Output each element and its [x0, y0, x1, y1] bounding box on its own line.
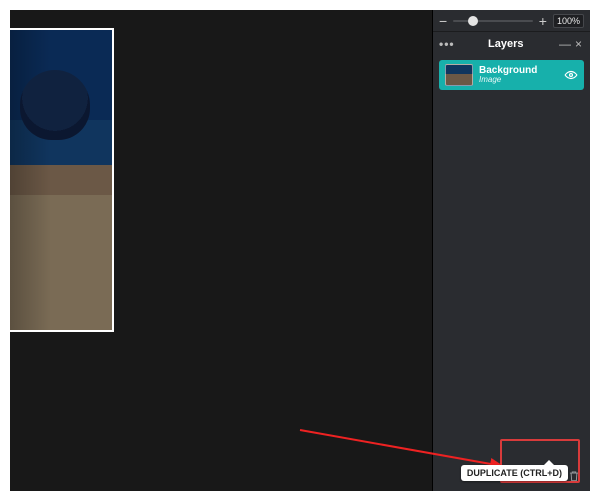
zoom-in-button[interactable]: + — [539, 14, 547, 28]
tooltip-duplicate: DUPLICATE (CTRL+D) — [461, 465, 568, 481]
panel-minimize-icon[interactable]: — — [557, 37, 573, 51]
panel-menu-icon[interactable]: ••• — [439, 37, 455, 51]
layers-list: Background Image — [433, 56, 590, 461]
layer-text: Background Image — [479, 65, 558, 85]
layer-kind: Image — [479, 76, 558, 85]
canvas-area[interactable] — [10, 10, 432, 491]
canvas-image[interactable] — [10, 30, 112, 330]
visibility-toggle-icon[interactable] — [564, 68, 578, 82]
zoom-out-button[interactable]: − — [439, 14, 447, 28]
layer-item[interactable]: Background Image — [439, 60, 584, 90]
zoom-slider[interactable] — [453, 20, 533, 22]
panel-close-icon[interactable]: × — [573, 37, 584, 51]
panel-title: Layers — [455, 38, 557, 50]
zoom-value[interactable]: 100% — [553, 14, 584, 28]
app-frame: − + 100% ••• Layers — × Background Image — [10, 10, 590, 491]
layer-thumbnail — [445, 64, 473, 86]
zoom-controls: − + 100% — [433, 10, 590, 32]
zoom-slider-thumb[interactable] — [468, 16, 478, 26]
right-sidebar: − + 100% ••• Layers — × Background Image — [432, 10, 590, 491]
delete-layer-icon[interactable] — [566, 468, 582, 484]
layers-panel-header: ••• Layers — × — [433, 32, 590, 56]
